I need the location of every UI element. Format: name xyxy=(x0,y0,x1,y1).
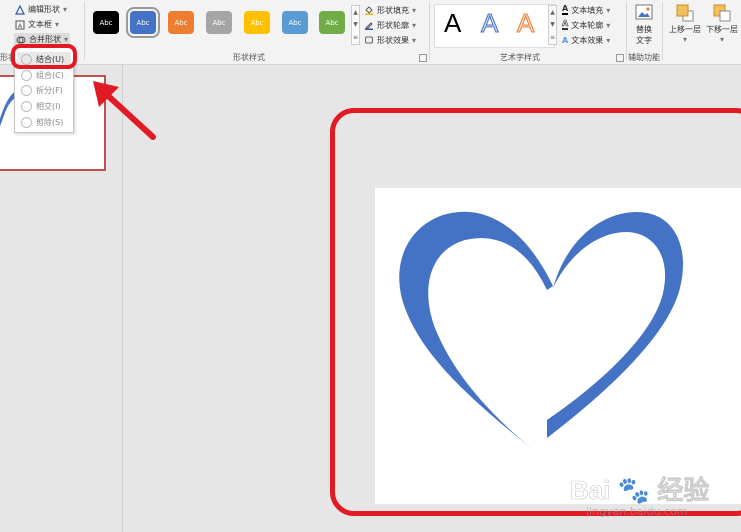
text-fill-label: 文本填充 xyxy=(571,5,604,15)
edit-shape-label: 编辑形状 xyxy=(28,5,60,14)
chevron-down-icon: ▾ xyxy=(63,5,68,14)
annotation-arrow-icon xyxy=(93,81,156,140)
bring-forward-button[interactable]: 上移一层 ▾ xyxy=(668,4,702,48)
annotation-highlight-box xyxy=(11,44,77,69)
dialog-launcher-icon[interactable] xyxy=(616,54,624,62)
wordart-style-orange[interactable]: A xyxy=(516,8,534,39)
shape-style-swatch[interactable]: Abc xyxy=(168,11,194,34)
wordart-style-blue[interactable]: A xyxy=(480,8,498,39)
shape-effects-icon xyxy=(365,36,373,44)
chevron-down-icon: ▾ xyxy=(606,35,611,45)
shape-style-swatch[interactable]: Abc xyxy=(319,11,345,34)
chevron-up-icon: ▲ xyxy=(353,8,358,16)
chevron-down-icon: ▾ xyxy=(412,35,417,45)
fragment-icon xyxy=(21,85,32,96)
alt-text-label-line2: 文字 xyxy=(636,36,652,45)
text-outline-label: 文本轮廓 xyxy=(571,20,604,30)
chevron-down-icon: ▾ xyxy=(64,35,69,44)
more-icon: ≡ xyxy=(549,34,556,42)
more-icon: ≡ xyxy=(352,34,359,42)
send-backward-button[interactable]: 下移一层 ▾ xyxy=(704,4,740,48)
alt-text-button[interactable]: 替换 文字 xyxy=(632,4,656,48)
text-outline-button[interactable]: A 文本轮廓 ▾ xyxy=(562,19,610,31)
menu-item-combine[interactable]: 组合(C) xyxy=(17,68,71,83)
send-backward-label: 下移一层 xyxy=(706,25,738,34)
text-box-icon: A xyxy=(15,20,25,30)
wordart-scroll[interactable]: ▲ ▼ ≡ xyxy=(548,5,557,45)
chevron-up-icon: ▲ xyxy=(550,8,555,16)
menu-item-subtract-label: 剪除(S) xyxy=(36,118,64,127)
shape-style-swatch[interactable]: Abc xyxy=(93,11,119,34)
chevron-down-icon: ▾ xyxy=(606,5,611,15)
chevron-down-icon: ▼ xyxy=(353,21,358,29)
shape-outline-button[interactable]: 形状轮廓 ▾ xyxy=(364,19,416,31)
menu-item-intersect[interactable]: 相交(I) xyxy=(17,99,71,114)
watermark-brand-cn: 经验 xyxy=(657,475,710,506)
shape-style-swatch[interactable]: Abc xyxy=(244,11,270,34)
shape-styles-group-label: 形状样式 xyxy=(233,53,265,62)
chevron-down-icon: ▼ xyxy=(550,21,555,29)
combine-icon xyxy=(21,70,32,81)
alt-text-icon xyxy=(635,4,653,20)
menu-item-fragment-label: 拆分(F) xyxy=(36,86,63,95)
shape-style-swatch[interactable]: Abc xyxy=(206,11,232,34)
chevron-down-icon: ▾ xyxy=(55,20,60,29)
shape-style-swatch[interactable]: Abc xyxy=(282,11,308,34)
text-fill-button[interactable]: A 文本填充 ▾ xyxy=(562,4,610,16)
shape-fill-button[interactable]: 形状填充 ▾ xyxy=(364,4,416,16)
text-effects-label: 文本效果 xyxy=(571,35,604,45)
wordart-style-black[interactable]: A xyxy=(444,8,461,39)
ribbon: 编辑形状 ▾ A 文本框 ▾ 合并形状 ▾ 形状 Abc Abc Abc Abc Abc… xyxy=(0,0,741,65)
chevron-down-icon: ▾ xyxy=(682,35,687,44)
watermark-url: jingyan.baidu.com xyxy=(586,505,688,518)
shape-style-swatch[interactable]: Abc xyxy=(126,7,160,38)
text-fill-icon: A xyxy=(562,4,569,15)
wordart-group-label: 艺术字样式 xyxy=(500,53,540,62)
alt-text-label-line1: 替换 xyxy=(636,25,652,34)
merge-shapes-icon xyxy=(16,36,26,43)
text-outline-icon: A xyxy=(562,19,569,30)
group-divider xyxy=(429,2,430,60)
text-effects-icon: A xyxy=(562,35,569,45)
menu-item-fragment[interactable]: 拆分(F) xyxy=(17,83,71,98)
paint-bucket-icon xyxy=(365,6,373,15)
chevron-down-icon: ▾ xyxy=(412,20,417,30)
watermark-logo: Bai 🐾 经验 xyxy=(570,470,710,507)
group-divider xyxy=(84,2,85,60)
pen-icon xyxy=(365,22,373,30)
dialog-launcher-icon[interactable] xyxy=(419,54,427,62)
edit-shape-button[interactable]: 编辑形状 ▾ xyxy=(15,3,67,16)
annotation-slide-box xyxy=(330,108,741,516)
paw-icon: 🐾 xyxy=(617,475,651,506)
text-box-button[interactable]: A 文本框 ▾ xyxy=(15,18,59,31)
chevron-down-icon: ▾ xyxy=(412,5,417,15)
intersect-icon xyxy=(21,101,32,112)
bring-forward-icon xyxy=(676,4,694,22)
group-divider xyxy=(662,2,663,60)
watermark-brand: Bai xyxy=(570,475,611,506)
chevron-down-icon: ▾ xyxy=(719,35,724,44)
text-effects-button[interactable]: A 文本效果 ▾ xyxy=(562,34,610,46)
shape-effects-label: 形状效果 xyxy=(377,35,409,45)
group-divider xyxy=(626,2,627,60)
menu-item-combine-label: 组合(C) xyxy=(36,71,64,80)
text-box-label: 文本框 xyxy=(28,20,52,29)
shape-effects-button[interactable]: 形状效果 ▾ xyxy=(364,34,416,46)
subtract-icon xyxy=(21,117,32,128)
accessibility-group-label: 辅助功能 xyxy=(628,53,660,62)
bring-forward-label: 上移一层 xyxy=(669,25,701,34)
chevron-down-icon: ▾ xyxy=(606,20,611,30)
menu-item-intersect-label: 相交(I) xyxy=(36,102,61,111)
shape-fill-label: 形状填充 xyxy=(377,5,409,15)
edit-shape-icon xyxy=(15,4,25,15)
shape-outline-label: 形状轮廓 xyxy=(377,20,409,30)
menu-item-subtract[interactable]: 剪除(S) xyxy=(17,115,71,130)
gallery-scroll[interactable]: ▲ ▼ ≡ xyxy=(351,5,360,45)
send-backward-icon xyxy=(713,4,731,22)
